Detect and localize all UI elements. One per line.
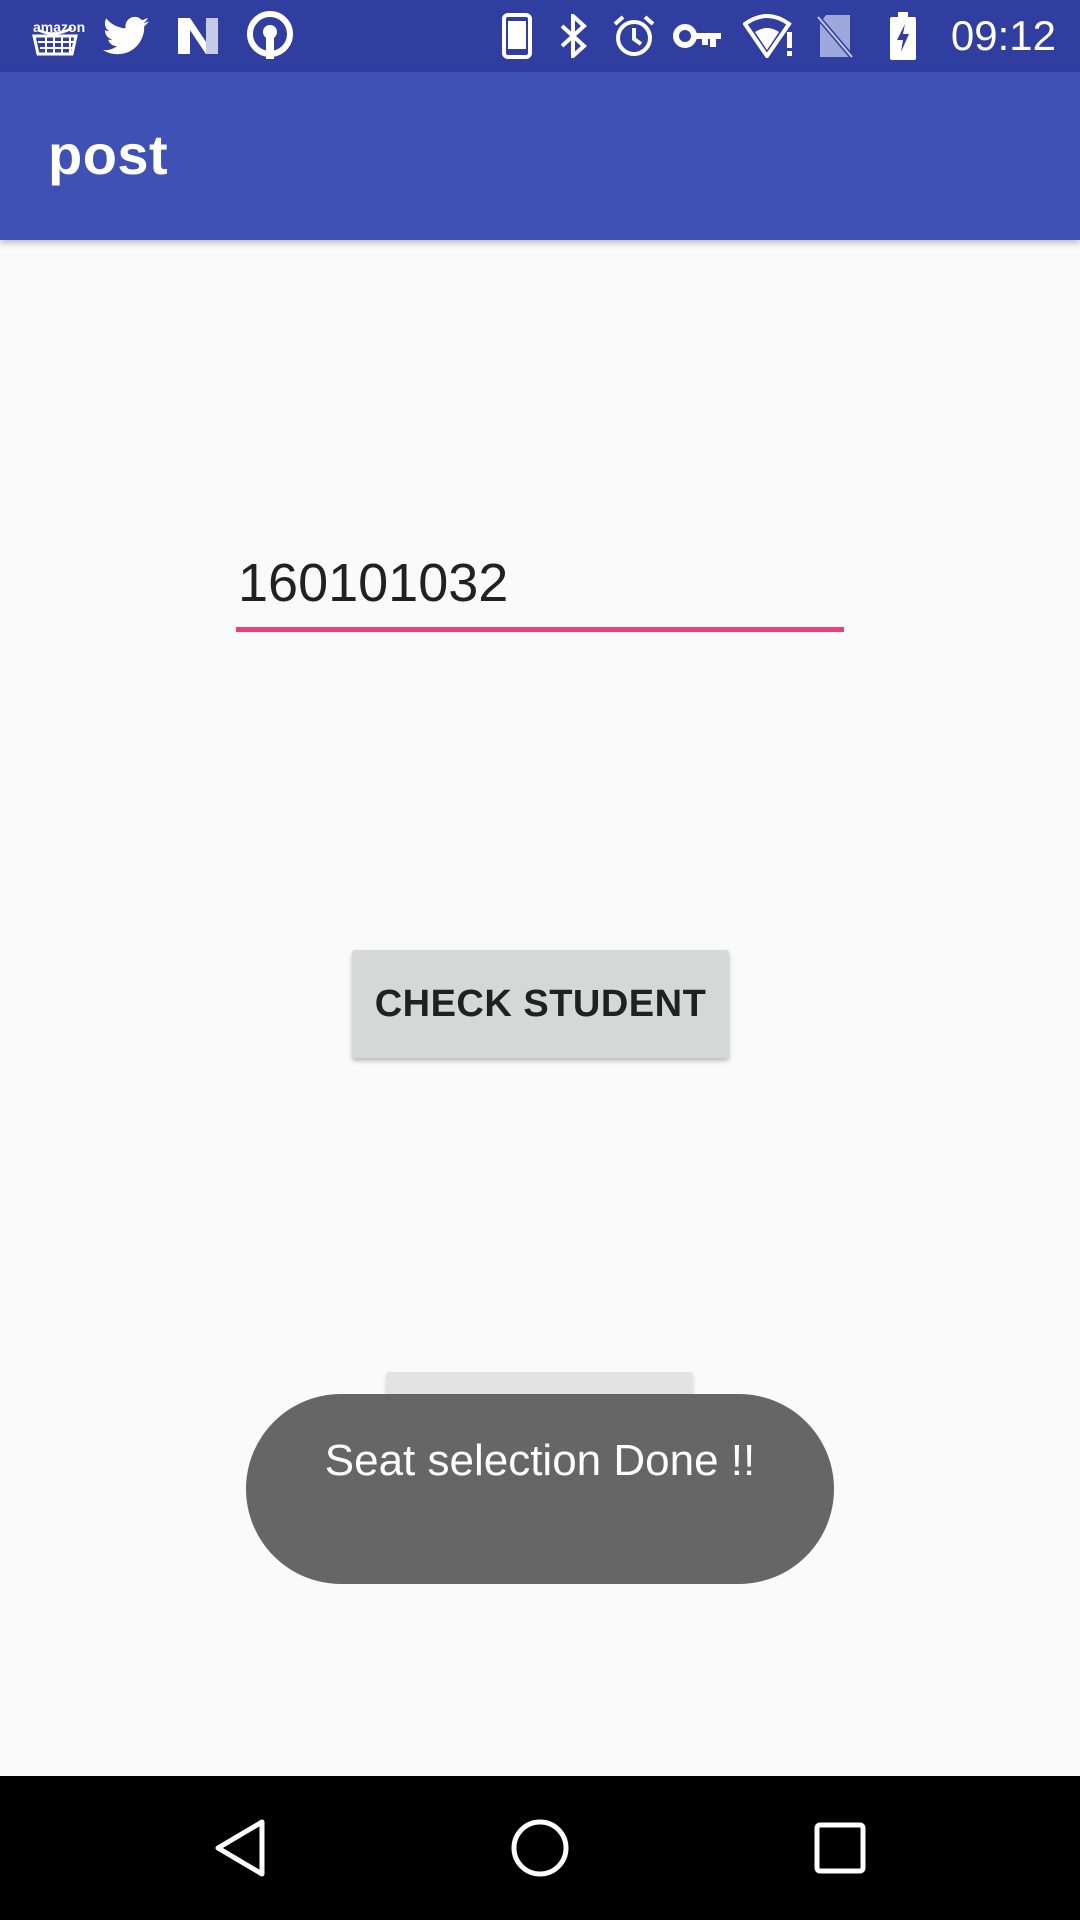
- bluetooth-icon: [555, 12, 591, 60]
- amazon-label: amazon: [33, 19, 86, 35]
- status-bar: amazon 09:12: [0, 0, 1080, 72]
- home-icon[interactable]: [504, 1812, 576, 1884]
- back-icon[interactable]: [204, 1812, 276, 1884]
- navigation-bar: [0, 1776, 1080, 1920]
- no-sim-icon: [814, 12, 856, 60]
- check-student-button[interactable]: CHECK STUDENT: [352, 950, 729, 1058]
- toast: Seat selection Done !!: [246, 1394, 834, 1584]
- student-id-input[interactable]: [236, 540, 844, 626]
- wifi-alert-icon: [743, 12, 795, 60]
- toast-message: Seat selection Done !!: [324, 1436, 756, 1485]
- recents-icon[interactable]: [804, 1812, 876, 1884]
- app-title: post: [48, 123, 169, 186]
- phone-icon: [500, 12, 534, 60]
- alarm-icon: [611, 12, 657, 60]
- n-news-icon: [174, 12, 222, 60]
- battery-charging-icon: [888, 12, 918, 60]
- vpn-key-icon: [673, 12, 723, 60]
- student-id-field[interactable]: [236, 540, 844, 632]
- status-clock: 09:12: [950, 12, 1056, 59]
- app-bar: post: [0, 72, 1080, 240]
- twitter-icon: [102, 12, 150, 60]
- vpn-keyhole-icon: [244, 11, 296, 60]
- input-underline: [236, 627, 844, 632]
